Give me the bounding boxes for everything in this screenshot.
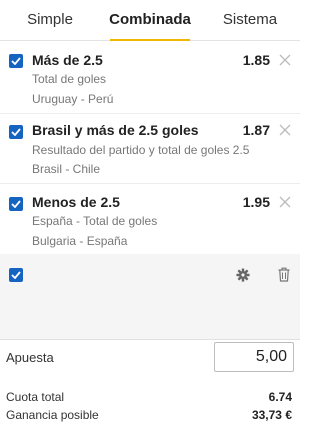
- divider: [0, 113, 300, 114]
- trash-icon[interactable]: [278, 267, 290, 282]
- bet-selection: Más de 2.5: [32, 52, 103, 68]
- stake-label: Apuesta: [6, 350, 54, 365]
- bet-type-tabs: Simple Combinada Sistema: [0, 0, 300, 41]
- potential-win-label: Ganancia posible: [6, 408, 99, 422]
- bet-event: Brasil - Chile: [32, 162, 101, 176]
- close-icon[interactable]: [279, 54, 291, 66]
- total-odds-label: Cuota total: [6, 390, 65, 404]
- close-icon[interactable]: [279, 196, 291, 208]
- bet-selection: Brasil y más de 2.5 goles: [32, 122, 199, 138]
- betslip-actions-area: [0, 254, 300, 340]
- bet-odds: 1.87: [242, 122, 270, 138]
- total-odds-value: 6.74: [268, 390, 292, 404]
- tab-sistema[interactable]: Sistema: [200, 0, 300, 40]
- close-icon[interactable]: [279, 124, 291, 136]
- check-icon: [11, 200, 21, 208]
- check-icon: [11, 57, 21, 65]
- gear-icon[interactable]: [236, 268, 250, 282]
- bet-checkbox[interactable]: [9, 125, 23, 139]
- check-icon: [11, 271, 21, 279]
- divider: [0, 183, 300, 184]
- potential-win-value: 33,73 €: [251, 408, 292, 422]
- bet-market: Total de goles: [32, 72, 107, 86]
- bet-event: Uruguay - Perú: [32, 92, 114, 106]
- bet-market: Resultado del partido y total de goles 2…: [32, 143, 250, 157]
- bet-odds: 1.95: [242, 194, 270, 210]
- select-all-checkbox[interactable]: [9, 268, 23, 282]
- bet-event: Bulgaria - España: [32, 234, 128, 248]
- tab-simple[interactable]: Simple: [0, 0, 100, 40]
- bet-checkbox[interactable]: [9, 197, 23, 211]
- bet-checkbox[interactable]: [9, 54, 23, 68]
- check-icon: [11, 128, 21, 136]
- stake-input[interactable]: [214, 342, 294, 372]
- bet-odds: 1.85: [242, 52, 270, 68]
- bet-market: España - Total de goles: [32, 214, 158, 228]
- tab-combinada[interactable]: Combinada: [100, 0, 200, 41]
- bet-selection: Menos de 2.5: [32, 194, 120, 210]
